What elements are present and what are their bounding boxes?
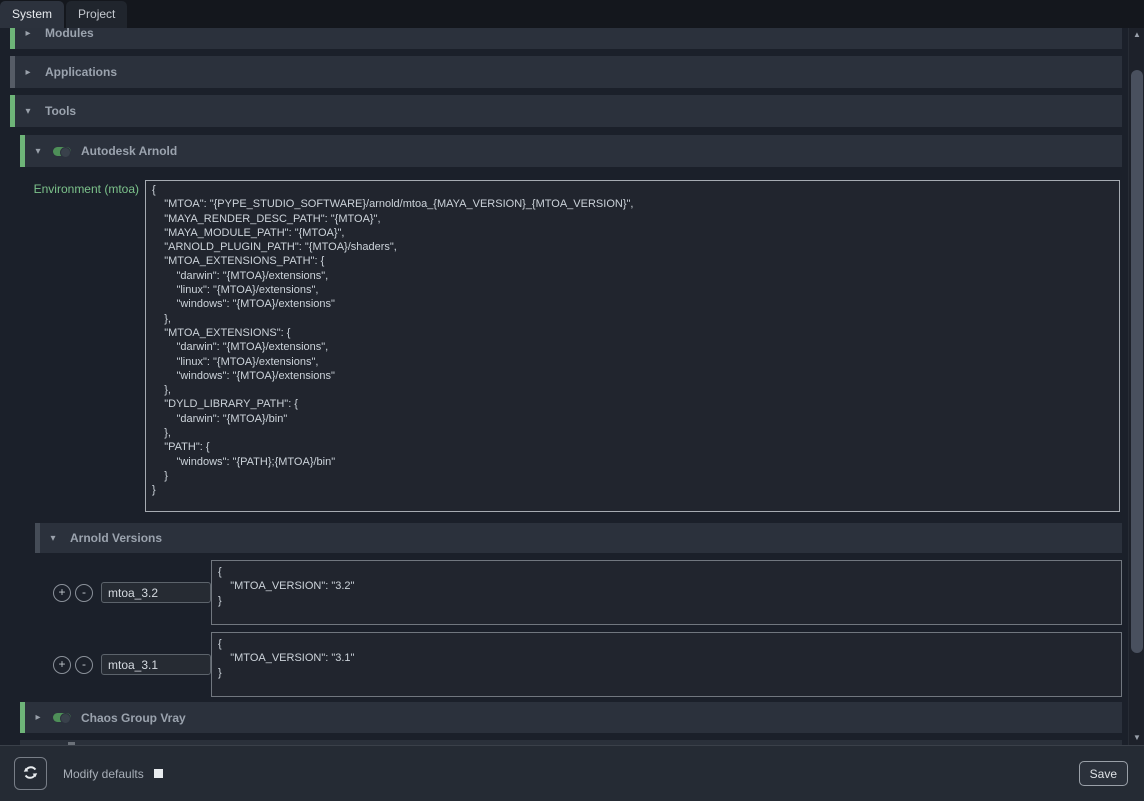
arnold-enabled-toggle[interactable]: [53, 147, 71, 156]
vray-state-bar: [20, 702, 25, 733]
version-row-controls: + -: [35, 632, 211, 697]
vray-enabled-toggle[interactable]: [53, 713, 71, 722]
arnold-label: Autodesk Arnold: [81, 144, 177, 158]
version-json-textarea[interactable]: { "MTOA_VERSION": "3.1" }: [211, 632, 1122, 697]
environment-mtoa-textarea[interactable]: { "MTOA": "{PYPE_STUDIO_SOFTWARE}/arnold…: [145, 180, 1120, 512]
arnold-versions-state-bar: [35, 523, 40, 553]
applications-state-bar: [10, 56, 15, 88]
tools-expanded-arrow-icon[interactable]: ▾: [21, 106, 35, 117]
vray-collapsed-arrow-icon[interactable]: ▸: [31, 712, 45, 723]
settings-viewport: ▸ Modules ▸ Applications ▾ Tools ▾ Autod…: [0, 28, 1144, 745]
save-button[interactable]: Save: [1079, 761, 1128, 786]
applications-collapsed-arrow-icon[interactable]: ▸: [21, 67, 35, 78]
arnold-environment-row: Environment (mtoa) { "MTOA": "{PYPE_STUD…: [0, 180, 1128, 512]
section-header-modules[interactable]: ▸ Modules: [10, 28, 1122, 49]
scroll-down-button[interactable]: ▼: [1129, 731, 1144, 745]
tools-state-bar: [10, 95, 15, 127]
refresh-button[interactable]: [14, 757, 47, 790]
section-header-tools[interactable]: ▾ Tools: [10, 95, 1122, 127]
section-header-applications[interactable]: ▸ Applications: [10, 56, 1122, 88]
vertical-scrollbar[interactable]: ▲ ▼: [1128, 28, 1144, 745]
arnold-version-row-mtoa-3-1: + - { "MTOA_VERSION": "3.1" }: [35, 632, 1122, 697]
arnold-versions-expanded-arrow-icon[interactable]: ▾: [46, 533, 60, 544]
add-version-button[interactable]: +: [53, 656, 71, 674]
tab-bar: System Project: [0, 0, 1144, 28]
tab-project[interactable]: Project: [66, 1, 127, 28]
modify-defaults-checkbox[interactable]: [154, 769, 163, 778]
version-json-textarea[interactable]: { "MTOA_VERSION": "3.2" }: [211, 560, 1122, 625]
arnold-expanded-arrow-icon[interactable]: ▾: [31, 146, 45, 157]
modules-state-bar: [10, 28, 15, 49]
arnold-version-row-mtoa-3-2: + - { "MTOA_VERSION": "3.2" }: [35, 560, 1122, 625]
remove-version-button[interactable]: -: [75, 656, 93, 674]
version-name-input[interactable]: [101, 654, 211, 675]
vray-label: Chaos Group Vray: [81, 711, 186, 725]
scroll-up-button[interactable]: ▲: [1129, 28, 1144, 42]
tab-system[interactable]: System: [0, 1, 64, 28]
add-version-button[interactable]: +: [53, 584, 71, 602]
remove-version-button[interactable]: -: [75, 584, 93, 602]
refresh-icon: [22, 764, 39, 784]
section-header-autodesk-arnold[interactable]: ▾ Autodesk Arnold: [20, 135, 1122, 167]
applications-label: Applications: [45, 65, 117, 79]
scrollbar-thumb[interactable]: [1131, 70, 1143, 653]
arnold-versions-label: Arnold Versions: [70, 531, 162, 545]
section-header-chaos-group-vray[interactable]: ▸ Chaos Group Vray: [20, 702, 1122, 733]
version-name-input[interactable]: [101, 582, 211, 603]
modules-label: Modules: [45, 28, 94, 40]
tools-label: Tools: [45, 104, 76, 118]
environment-mtoa-label: Environment (mtoa): [0, 180, 145, 512]
section-header-arnold-versions[interactable]: ▾ Arnold Versions: [35, 523, 1122, 553]
arnold-state-bar: [20, 135, 25, 167]
footer-bar: Modify defaults Save: [0, 745, 1144, 801]
modules-collapsed-arrow-icon[interactable]: ▸: [21, 28, 35, 39]
version-row-controls: + -: [35, 560, 211, 625]
settings-content: ▸ Modules ▸ Applications ▾ Tools ▾ Autod…: [0, 28, 1128, 745]
modify-defaults-label: Modify defaults: [63, 767, 144, 781]
